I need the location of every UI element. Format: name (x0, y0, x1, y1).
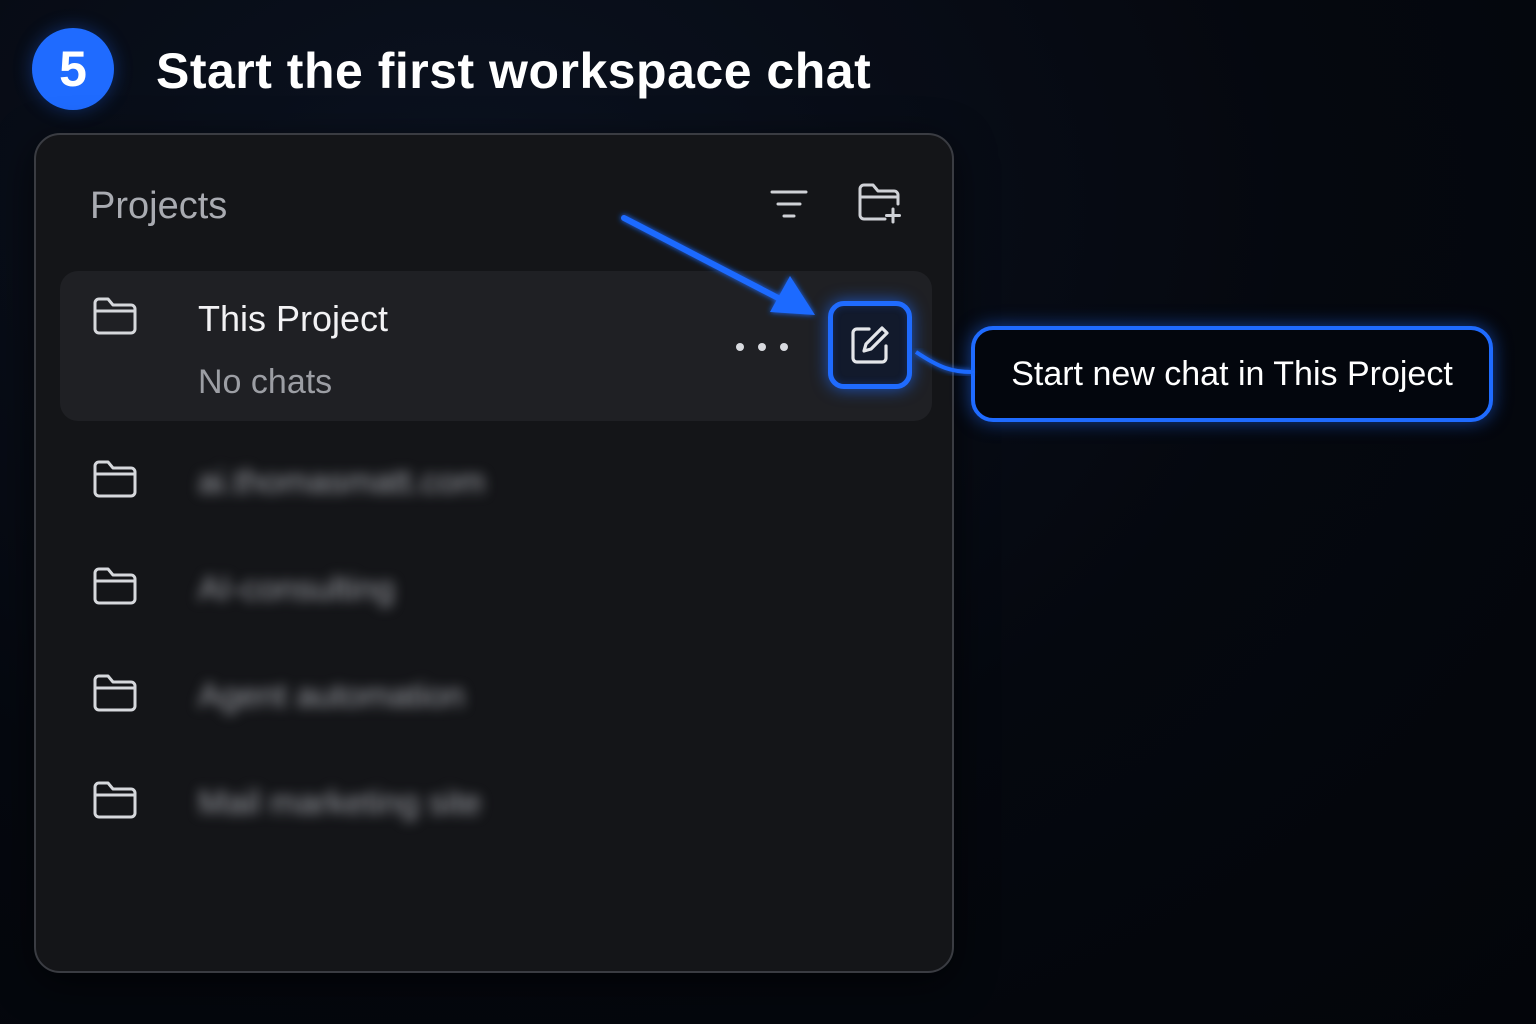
project-name: AI-consulting (198, 570, 395, 608)
folder-icon (92, 672, 138, 719)
more-options-icon[interactable] (736, 327, 788, 367)
step-number-badge: 5 (32, 28, 114, 110)
folder-icon (92, 295, 138, 342)
panel-title: Projects (90, 185, 228, 227)
project-row[interactable]: Agent automation (60, 652, 932, 742)
project-chat-count: No chats (198, 363, 333, 401)
edit-square-icon (851, 326, 889, 364)
project-name: Mail marketing site (198, 784, 482, 822)
folder-icon (92, 779, 138, 826)
callout-text: Start new chat in This Project (1011, 354, 1453, 393)
project-row-this-project[interactable]: This Project No chats (60, 271, 932, 421)
more-dot (736, 343, 744, 351)
project-name: ai.thomasmatt.com (198, 463, 486, 501)
filter-icon[interactable] (764, 179, 814, 229)
project-name: This Project (198, 298, 389, 339)
project-row[interactable]: ai.thomasmatt.com (60, 438, 932, 528)
more-dot (758, 343, 766, 351)
projects-panel: Projects This Project No chats ai.thomas… (34, 133, 954, 973)
folder-icon (92, 565, 138, 612)
project-name: Agent automation (198, 677, 465, 715)
more-dot (780, 343, 788, 351)
project-row[interactable]: AI-consulting (60, 545, 932, 635)
folder-plus-icon[interactable] (854, 177, 906, 229)
step-title: Start the first workspace chat (156, 43, 872, 99)
tooltip-callout: Start new chat in This Project (971, 326, 1493, 422)
project-row[interactable]: Mail marketing site (60, 759, 932, 849)
new-chat-in-project-button[interactable] (828, 301, 912, 389)
folder-icon (92, 458, 138, 505)
